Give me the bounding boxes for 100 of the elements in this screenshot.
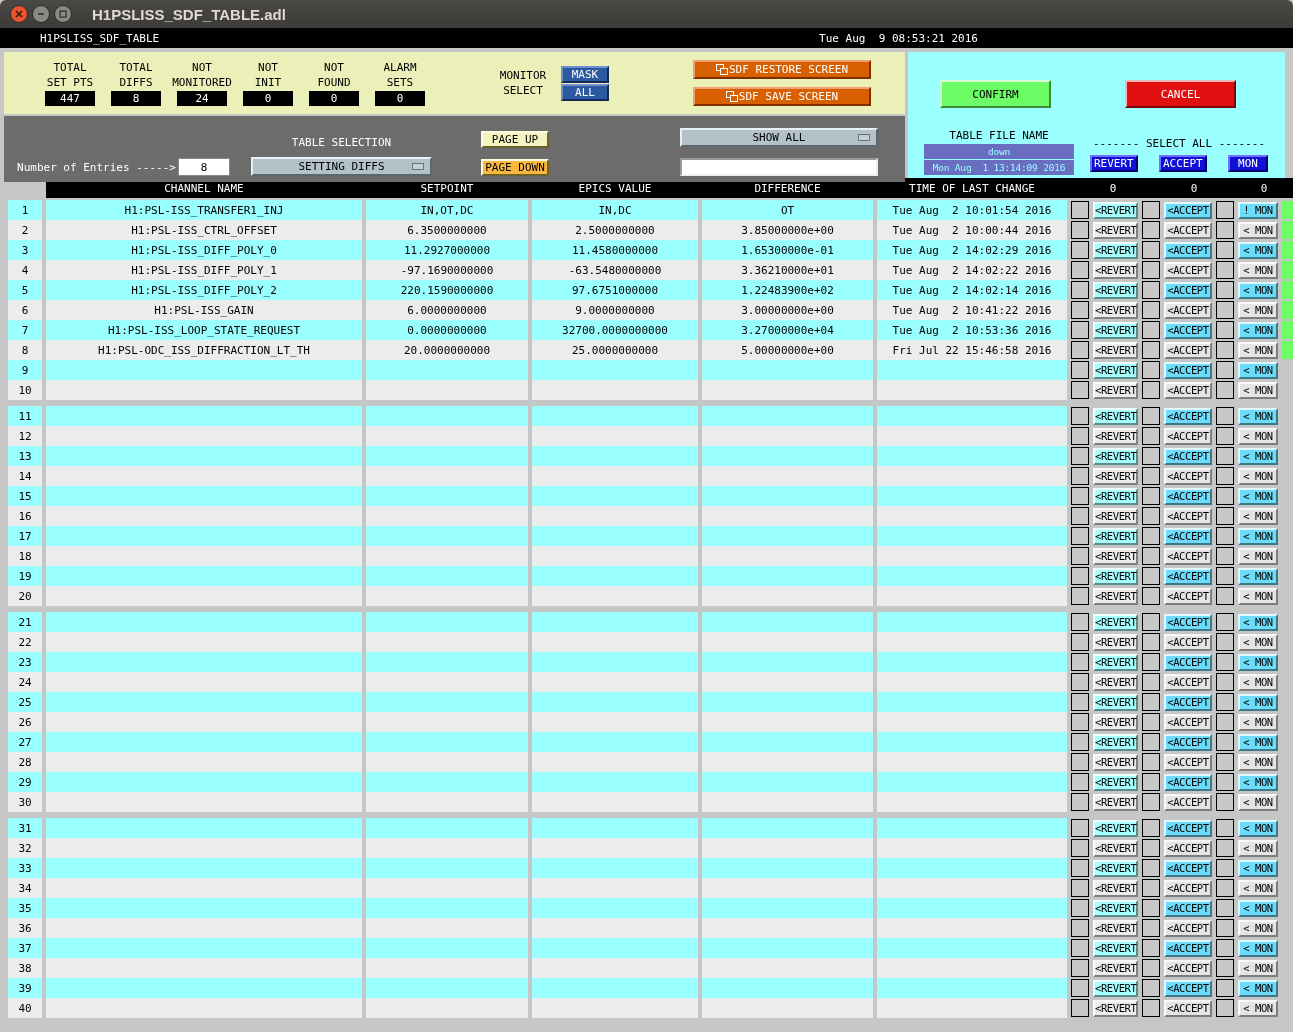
revert-checkbox[interactable] — [1071, 633, 1089, 651]
monitor-checkbox[interactable] — [1216, 281, 1234, 299]
accept-button[interactable]: <ACCEPT — [1164, 713, 1212, 731]
revert-button[interactable]: <REVERT — [1093, 979, 1138, 997]
monitor-button[interactable]: < MON — [1238, 959, 1278, 977]
revert-checkbox[interactable] — [1071, 587, 1089, 605]
accept-button[interactable]: <ACCEPT — [1164, 633, 1212, 651]
revert-button[interactable]: <REVERT — [1093, 633, 1138, 651]
accept-checkbox[interactable] — [1142, 527, 1160, 545]
monitor-button[interactable]: < MON — [1238, 447, 1278, 465]
monitor-checkbox[interactable] — [1216, 587, 1234, 605]
monitor-checkbox[interactable] — [1216, 261, 1234, 279]
monitor-checkbox[interactable] — [1216, 567, 1234, 585]
revert-button[interactable]: <REVERT — [1093, 753, 1138, 771]
accept-checkbox[interactable] — [1142, 201, 1160, 219]
accept-button[interactable]: <ACCEPT — [1164, 341, 1212, 359]
revert-button[interactable]: <REVERT — [1093, 959, 1138, 977]
confirm-button[interactable]: CONFIRM — [940, 80, 1051, 108]
accept-checkbox[interactable] — [1142, 281, 1160, 299]
monitor-checkbox[interactable] — [1216, 527, 1234, 545]
monitor-checkbox[interactable] — [1216, 407, 1234, 425]
revert-checkbox[interactable] — [1071, 999, 1089, 1017]
revert-checkbox[interactable] — [1071, 793, 1089, 811]
accept-button[interactable]: <ACCEPT — [1164, 447, 1212, 465]
monitor-checkbox[interactable] — [1216, 301, 1234, 319]
revert-button[interactable]: <REVERT — [1093, 859, 1138, 877]
monitor-button[interactable]: < MON — [1238, 407, 1278, 425]
monitor-checkbox[interactable] — [1216, 693, 1234, 711]
accept-checkbox[interactable] — [1142, 733, 1160, 751]
accept-button[interactable]: <ACCEPT — [1164, 793, 1212, 811]
monitor-button[interactable]: < MON — [1238, 839, 1278, 857]
accept-checkbox[interactable] — [1142, 587, 1160, 605]
monitor-checkbox[interactable] — [1216, 613, 1234, 631]
monitor-button[interactable]: < MON — [1238, 673, 1278, 691]
revert-checkbox[interactable] — [1071, 773, 1089, 791]
accept-button[interactable]: <ACCEPT — [1164, 487, 1212, 505]
revert-button[interactable]: <REVERT — [1093, 261, 1138, 279]
monitor-button[interactable]: < MON — [1238, 567, 1278, 585]
revert-button[interactable]: <REVERT — [1093, 713, 1138, 731]
accept-button[interactable]: <ACCEPT — [1164, 527, 1212, 545]
accept-button[interactable]: <ACCEPT — [1164, 567, 1212, 585]
revert-button[interactable]: <REVERT — [1093, 487, 1138, 505]
monitor-button[interactable]: < MON — [1238, 819, 1278, 837]
revert-checkbox[interactable] — [1071, 653, 1089, 671]
revert-button[interactable]: <REVERT — [1093, 427, 1138, 445]
monitor-checkbox[interactable] — [1216, 361, 1234, 379]
accept-checkbox[interactable] — [1142, 713, 1160, 731]
monitor-checkbox[interactable] — [1216, 979, 1234, 997]
revert-checkbox[interactable] — [1071, 381, 1089, 399]
revert-button[interactable]: <REVERT — [1093, 673, 1138, 691]
accept-button[interactable]: <ACCEPT — [1164, 467, 1212, 485]
accept-checkbox[interactable] — [1142, 301, 1160, 319]
accept-checkbox[interactable] — [1142, 261, 1160, 279]
revert-checkbox[interactable] — [1071, 547, 1089, 565]
revert-checkbox[interactable] — [1071, 939, 1089, 957]
accept-button[interactable]: <ACCEPT — [1164, 919, 1212, 937]
accept-checkbox[interactable] — [1142, 567, 1160, 585]
revert-checkbox[interactable] — [1071, 693, 1089, 711]
accept-button[interactable]: <ACCEPT — [1164, 999, 1212, 1017]
revert-checkbox[interactable] — [1071, 281, 1089, 299]
revert-checkbox[interactable] — [1071, 527, 1089, 545]
monitor-button[interactable]: < MON — [1238, 753, 1278, 771]
accept-button[interactable]: <ACCEPT — [1164, 407, 1212, 425]
accept-checkbox[interactable] — [1142, 341, 1160, 359]
accept-button[interactable]: <ACCEPT — [1164, 361, 1212, 379]
monitor-button[interactable]: < MON — [1238, 693, 1278, 711]
accept-button[interactable]: <ACCEPT — [1164, 939, 1212, 957]
monitor-button[interactable]: < MON — [1238, 999, 1278, 1017]
revert-checkbox[interactable] — [1071, 321, 1089, 339]
accept-button[interactable]: <ACCEPT — [1164, 381, 1212, 399]
monitor-checkbox[interactable] — [1216, 733, 1234, 751]
accept-checkbox[interactable] — [1142, 793, 1160, 811]
monitor-button[interactable]: < MON — [1238, 547, 1278, 565]
revert-checkbox[interactable] — [1071, 241, 1089, 259]
monitor-checkbox[interactable] — [1216, 673, 1234, 691]
monitor-button[interactable]: < MON — [1238, 613, 1278, 631]
minimize-button[interactable] — [32, 5, 50, 23]
accept-button[interactable]: <ACCEPT — [1164, 773, 1212, 791]
monitor-button[interactable]: < MON — [1238, 301, 1278, 319]
monitor-button[interactable]: < MON — [1238, 361, 1278, 379]
accept-checkbox[interactable] — [1142, 879, 1160, 897]
accept-button[interactable]: <ACCEPT — [1164, 673, 1212, 691]
monitor-button[interactable]: < MON — [1238, 793, 1278, 811]
accept-checkbox[interactable] — [1142, 427, 1160, 445]
monitor-checkbox[interactable] — [1216, 633, 1234, 651]
cancel-button[interactable]: CANCEL — [1125, 80, 1236, 108]
revert-checkbox[interactable] — [1071, 507, 1089, 525]
monitor-checkbox[interactable] — [1216, 487, 1234, 505]
accept-checkbox[interactable] — [1142, 839, 1160, 857]
accept-checkbox[interactable] — [1142, 979, 1160, 997]
revert-checkbox[interactable] — [1071, 427, 1089, 445]
accept-checkbox[interactable] — [1142, 653, 1160, 671]
accept-button[interactable]: <ACCEPT — [1164, 221, 1212, 239]
monitor-checkbox[interactable] — [1216, 547, 1234, 565]
accept-button[interactable]: <ACCEPT — [1164, 547, 1212, 565]
accept-checkbox[interactable] — [1142, 321, 1160, 339]
accept-checkbox[interactable] — [1142, 939, 1160, 957]
filter-field[interactable] — [680, 158, 878, 176]
revert-checkbox[interactable] — [1071, 613, 1089, 631]
revert-checkbox[interactable] — [1071, 839, 1089, 857]
